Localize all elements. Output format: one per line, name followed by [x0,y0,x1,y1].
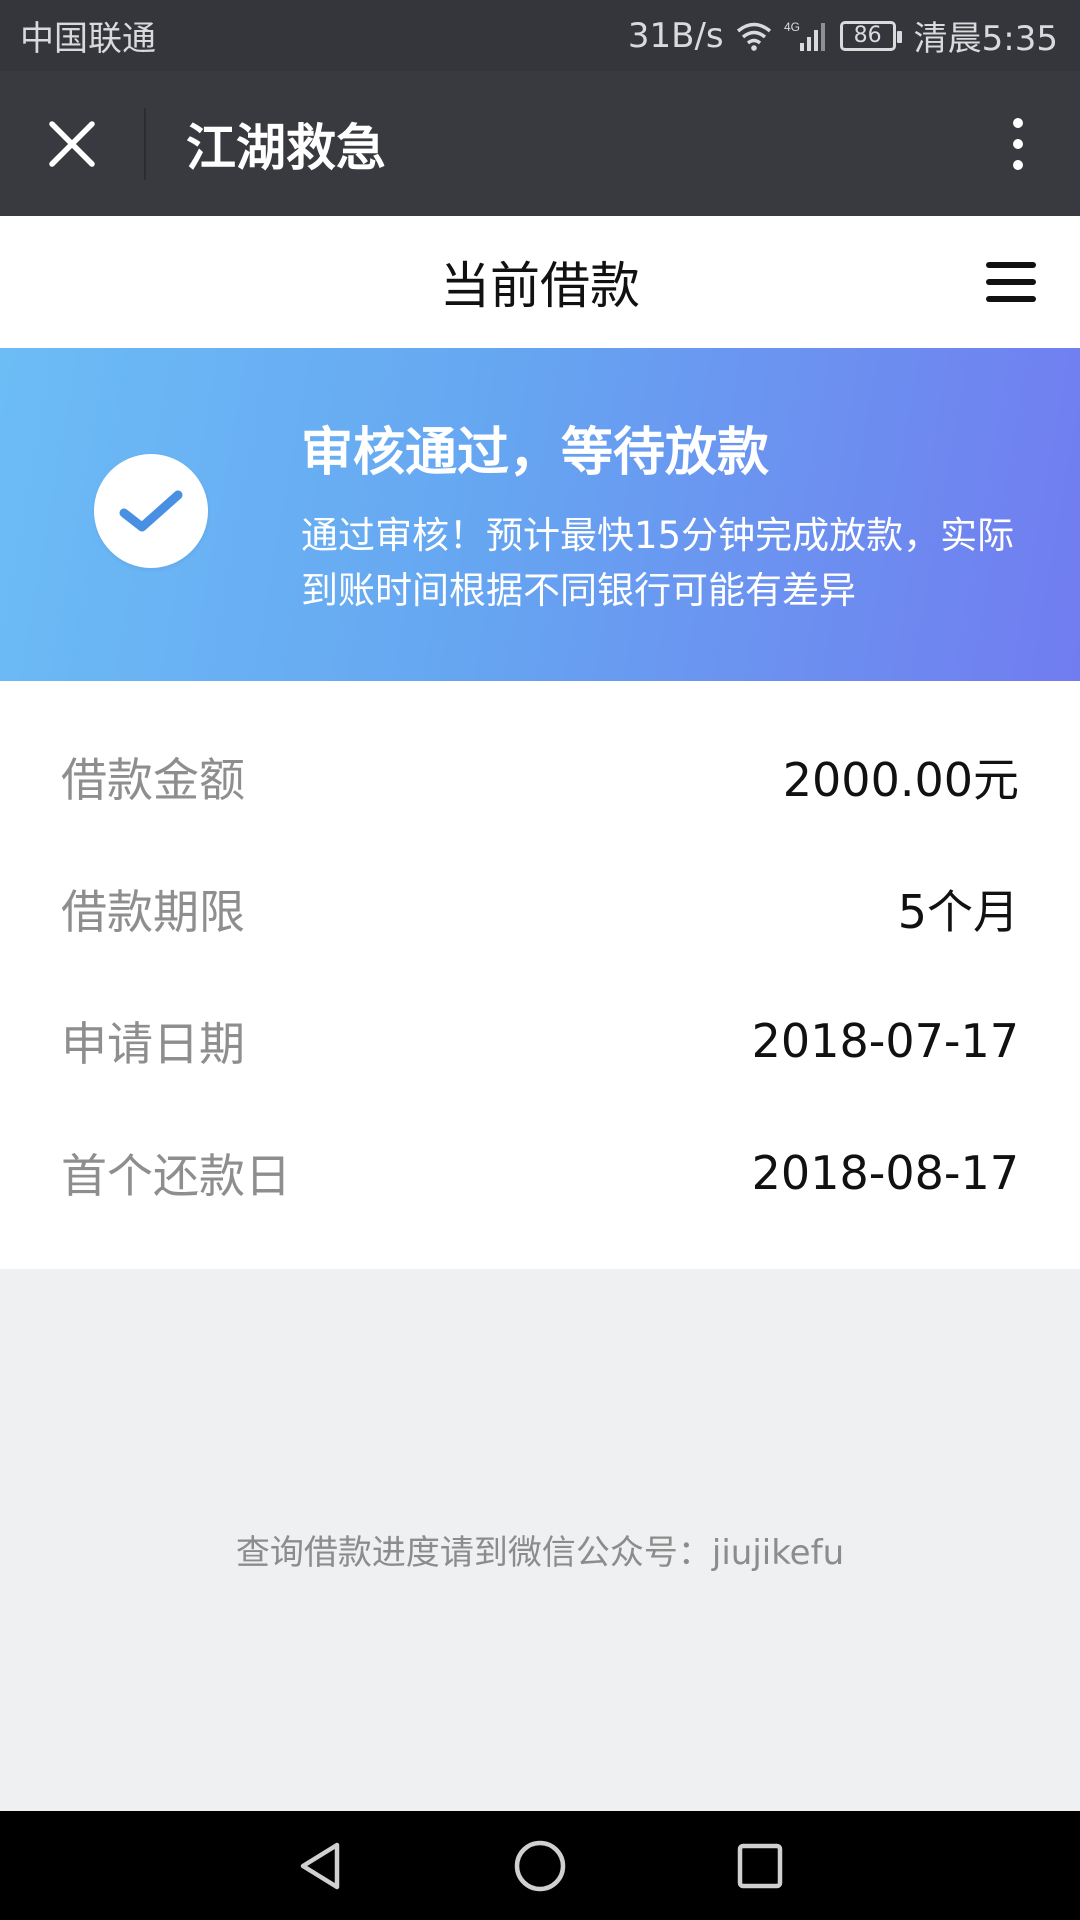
info-label: 借款期限 [61,885,245,939]
clock: 清晨5:35 [913,19,1058,59]
menu-icon [986,262,1036,268]
carrier-label: 中国联通 [20,19,156,59]
back-button[interactable] [280,1826,360,1906]
network-type-label: 4G [784,20,800,34]
info-label: 借款金额 [61,753,245,807]
footer-note: 查询借款进度请到微信公众号：jiujikefu [235,1533,845,1573]
status-bar: 中国联通 31B/s 4G 86 清晨5:35 [0,0,1080,71]
page-title: 当前借款 [440,257,640,315]
status-description: 通过审核！预计最快15分钟完成放款，实际到账时间根据不同银行可能有差异 [301,514,1015,612]
home-button[interactable] [500,1826,580,1906]
app-title: 江湖救急 [186,118,386,177]
recents-icon [737,1843,783,1888]
approved-badge [94,454,208,568]
info-value: 2000.00元 [782,753,1019,807]
status-title: 审核通过，等待放款 [301,423,770,483]
info-label: 申请日期 [61,1017,245,1071]
battery-level: 86 [853,23,882,48]
loan-info-list: 借款金额 2000.00元 借款期限 5个月 申请日期 2018-07-17 首… [0,681,1080,1269]
title-bar: 江湖救急 [0,71,1080,216]
menu-button[interactable] [986,262,1036,302]
check-icon [119,490,183,532]
info-value: 2018-07-17 [751,1014,1019,1068]
battery-icon: 86 [839,20,902,51]
page-header: 当前借款 [0,216,1080,348]
title-divider [144,107,146,180]
info-value: 5个月 [897,885,1019,939]
navigation-bar [0,1811,1080,1920]
status-bar-right: 31B/s 4G 86 清晨5:35 [628,11,1058,60]
info-row-amount: 借款金额 2000.00元 [0,711,1080,843]
close-button[interactable] [0,71,144,216]
back-icon [300,1842,340,1889]
info-value: 2018-08-17 [751,1146,1019,1200]
signal-icon: 4G [784,19,828,53]
info-row-term: 借款期限 5个月 [0,843,1080,975]
status-banner: 审核通过，等待放款 通过审核！预计最快15分钟完成放款，实际到账时间根据不同银行… [0,348,1080,681]
info-row-apply-date: 申请日期 2018-07-17 [0,975,1080,1107]
home-icon [514,1840,566,1891]
wifi-icon [736,21,772,51]
net-speed: 31B/s [627,15,724,56]
info-row-first-repayment: 首个还款日 2018-08-17 [0,1107,1080,1239]
screen: 中国联通 31B/s 4G 86 清晨5:35 江湖救急 当前借款 审核通过，等… [0,0,1080,1920]
close-icon [49,120,95,167]
info-label: 首个还款日 [61,1149,291,1203]
more-icon [1013,117,1023,128]
more-button[interactable] [970,71,1066,216]
recents-button[interactable] [720,1826,800,1906]
